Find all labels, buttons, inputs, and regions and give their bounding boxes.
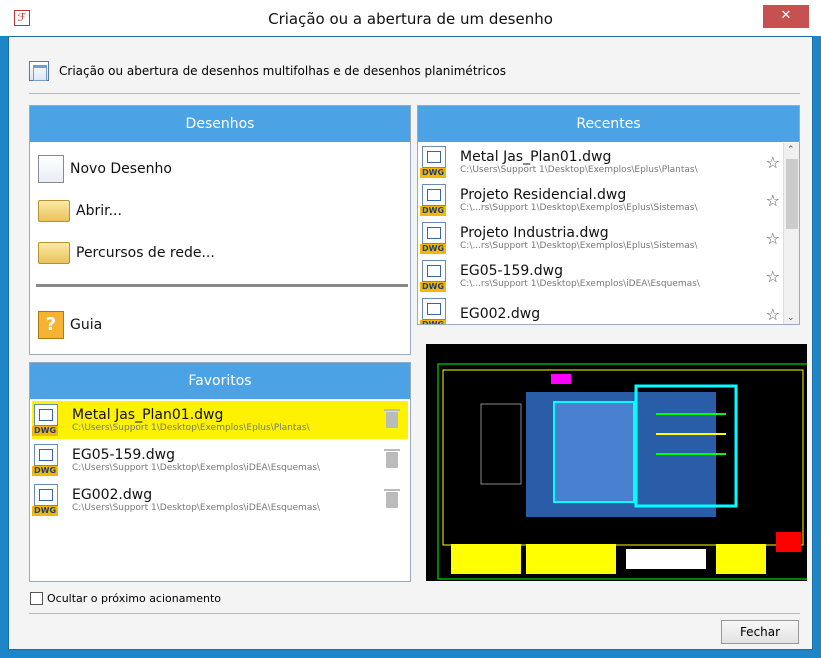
recent-scrollbar[interactable]: ⌃ ⌄ <box>783 143 799 324</box>
hide-next-checkbox[interactable]: Ocultar o próximo acionamento <box>30 592 221 605</box>
recent-item[interactable]: DWG EG05-159.dwg C:\...rs\Support 1\Deskt… <box>420 257 782 295</box>
dwg-file-icon: DWG <box>32 444 64 476</box>
recent-name: EG05-159.dwg <box>460 262 563 279</box>
favorite-name: EG002.dwg <box>72 486 153 503</box>
folder-icon <box>38 200 70 222</box>
header: Criação ou abertura de desenhos multifol… <box>29 59 506 83</box>
footer-divider <box>29 613 800 614</box>
star-icon[interactable]: ☆ <box>766 229 780 248</box>
guide-label: Guia <box>70 317 103 333</box>
recent-heading: Recentes <box>418 106 799 142</box>
favorite-item[interactable]: DWG EG002.dwg C:\Users\Support 1\Desktop\… <box>32 481 408 519</box>
trash-icon[interactable] <box>384 449 400 468</box>
favorite-name: EG05-159.dwg <box>72 446 175 463</box>
network-folder-icon <box>38 242 70 264</box>
star-icon[interactable]: ☆ <box>766 153 780 172</box>
favorite-path: C:\Users\Support 1\Desktop\Exemplos\Eplu… <box>72 422 310 433</box>
trash-icon[interactable] <box>384 489 400 508</box>
preview-image <box>437 363 809 580</box>
help-icon: ? <box>38 311 64 339</box>
favorite-item[interactable]: DWG EG05-159.dwg C:\Users\Support 1\Deskt… <box>32 441 408 479</box>
star-icon[interactable]: ☆ <box>766 267 780 286</box>
open-button[interactable]: Abrir... <box>38 194 122 228</box>
scroll-up-icon[interactable]: ⌃ <box>787 145 795 155</box>
favorite-item[interactable]: DWG Metal Jas_Plan01.dwg C:\Users\Support… <box>32 401 408 439</box>
new-document-icon <box>38 155 64 183</box>
recent-name: Projeto Residencial.dwg <box>460 186 627 203</box>
drawing-preview <box>426 344 809 581</box>
recent-path: C:\...rs\Support 1\Desktop\Exemplos\Eplu… <box>460 240 698 251</box>
dialog-body: Criação ou abertura de desenhos multifol… <box>8 36 813 650</box>
dwg-file-icon: DWG <box>420 260 452 292</box>
close-icon[interactable]: ✕ <box>763 5 809 28</box>
dwg-file-icon: DWG <box>32 404 64 436</box>
trash-icon[interactable] <box>384 409 400 428</box>
separator-line <box>36 284 408 287</box>
multisheet-icon <box>29 61 49 81</box>
recent-name: Projeto Industria.dwg <box>460 224 609 241</box>
window-title: Criação ou a abertura de um desenho <box>268 10 553 28</box>
favorites-panel: Favoritos DWG Metal Jas_Plan01.dwg C:\Use… <box>29 362 411 582</box>
divider <box>29 93 800 94</box>
new-drawing-label: Novo Desenho <box>70 161 172 177</box>
favorite-path: C:\Users\Support 1\Desktop\Exemplos\iDEA… <box>72 462 321 473</box>
recent-item[interactable]: DWG Projeto Industria.dwg C:\...rs\Suppor… <box>420 219 782 257</box>
dwg-file-icon: DWG <box>420 146 452 178</box>
star-icon[interactable]: ☆ <box>766 191 780 210</box>
recent-name: EG002.dwg <box>460 306 541 322</box>
guide-button[interactable]: ? Guia <box>38 308 102 342</box>
recent-path: C:\...rs\Support 1\Desktop\Exemplos\iDEA… <box>460 278 700 289</box>
network-paths-label: Percursos de rede... <box>76 245 215 261</box>
favorite-path: C:\Users\Support 1\Desktop\Exemplos\iDEA… <box>72 502 321 513</box>
dwg-file-icon: DWG <box>32 484 64 516</box>
network-paths-button[interactable]: Percursos de rede... <box>38 236 215 270</box>
dwg-file-icon: DWG <box>420 298 452 324</box>
dwg-file-icon: DWG <box>420 222 452 254</box>
favorite-name: Metal Jas_Plan01.dwg <box>72 406 224 423</box>
recent-item[interactable]: DWG EG002.dwg ☆ <box>420 295 782 324</box>
close-button[interactable]: Fechar <box>721 620 799 644</box>
recent-item[interactable]: DWG Projeto Residencial.dwg C:\...rs\Supp… <box>420 181 782 219</box>
open-label: Abrir... <box>76 203 122 219</box>
recent-name: Metal Jas_Plan01.dwg <box>460 148 612 165</box>
recent-list: DWG Metal Jas_Plan01.dwg C:\Users\Support… <box>418 143 799 324</box>
favorites-heading: Favoritos <box>30 363 410 399</box>
header-text: Criação ou abertura de desenhos multifol… <box>59 64 506 78</box>
dialog-window: ℱ Criação ou a abertura de um desenho ✕ … <box>0 0 821 658</box>
recent-path: C:\Users\Support 1\Desktop\Exemplos\Eplu… <box>460 164 698 175</box>
recent-panel: Recentes DWG Metal Jas_Plan01.dwg C:\User… <box>417 105 800 325</box>
scroll-down-icon[interactable]: ⌄ <box>787 313 795 323</box>
checkbox-label: Ocultar o próximo acionamento <box>47 592 221 605</box>
new-drawing-button[interactable]: Novo Desenho <box>38 152 172 186</box>
title-bar: ℱ Criação ou a abertura de um desenho ✕ <box>0 0 821 36</box>
drawings-panel: Desenhos Novo Desenho Abrir... Percursos… <box>29 105 411 355</box>
recent-item[interactable]: DWG Metal Jas_Plan01.dwg C:\Users\Support… <box>420 143 782 181</box>
dwg-file-icon: DWG <box>420 184 452 216</box>
star-icon[interactable]: ☆ <box>766 305 780 324</box>
scrollbar-thumb[interactable] <box>786 159 798 229</box>
recent-path: C:\...rs\Support 1\Desktop\Exemplos\Eplu… <box>460 202 698 213</box>
drawings-heading: Desenhos <box>30 106 410 142</box>
checkbox-box[interactable] <box>30 592 43 605</box>
